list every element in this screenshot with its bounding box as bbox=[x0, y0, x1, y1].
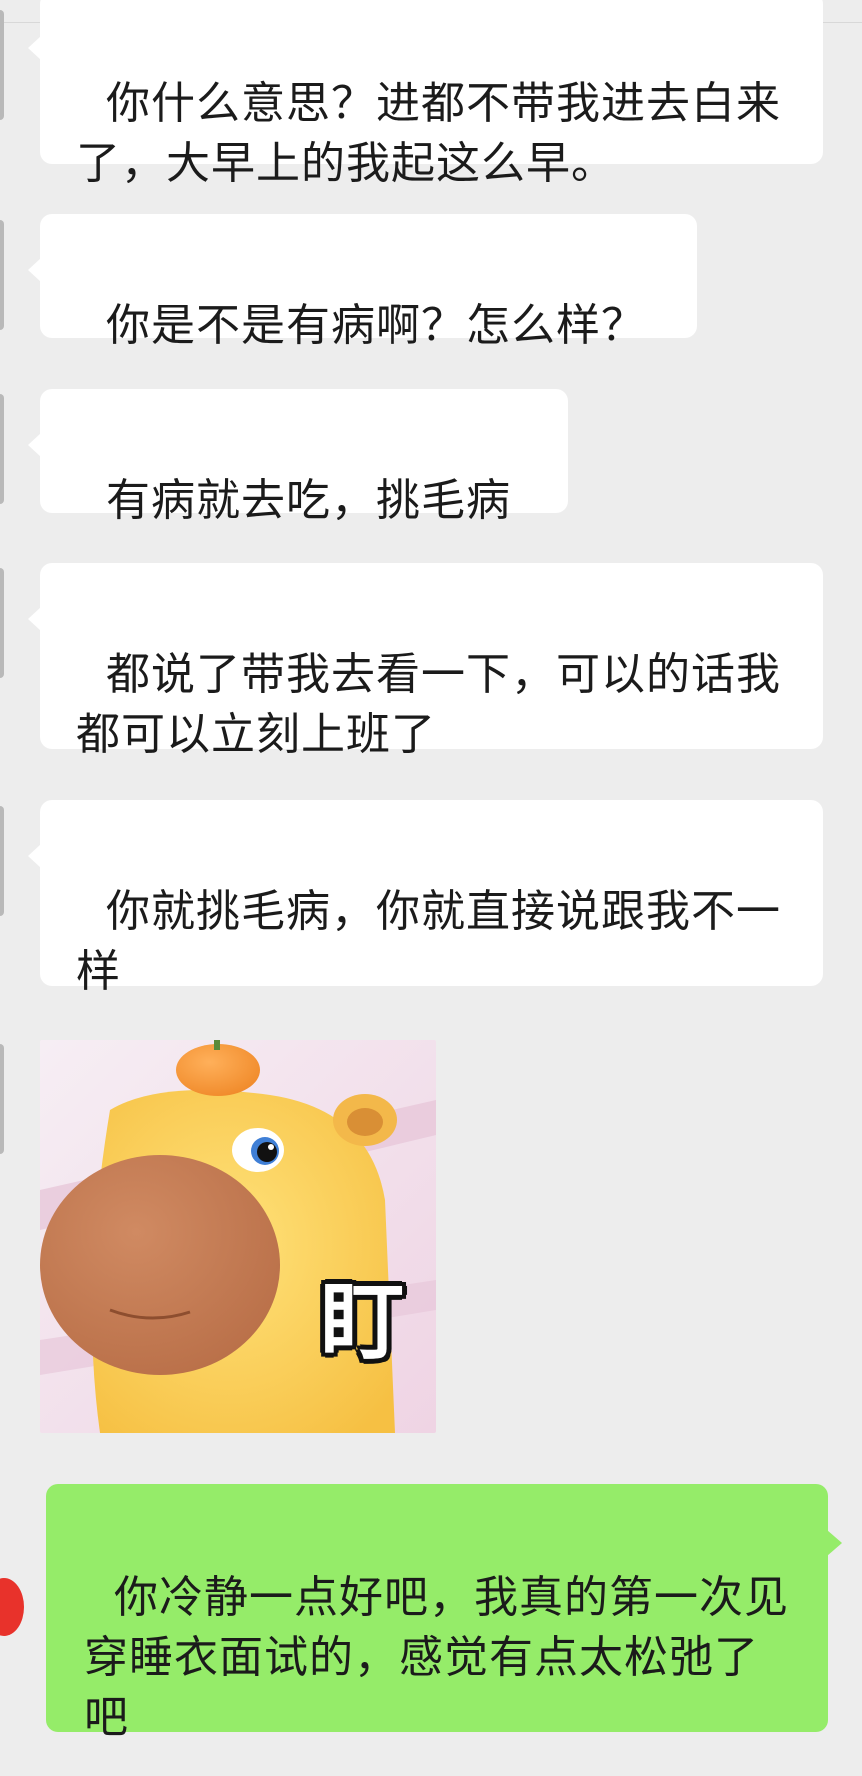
message-text: 你就挑毛病，你就直接说跟我不一样 bbox=[76, 886, 781, 997]
avatar[interactable] bbox=[0, 1578, 24, 1636]
message-text: 你是不是有病啊？怎么样？ bbox=[105, 300, 646, 351]
avatar[interactable] bbox=[0, 220, 4, 330]
avatar[interactable] bbox=[0, 10, 4, 120]
capybara-sticker-icon[interactable]: 盯 bbox=[40, 1040, 436, 1433]
sticker-caption: 盯 bbox=[320, 1273, 405, 1371]
message-bubble[interactable]: 你什么意思？进都不带我进去白来了，大早上的我起这么早。 bbox=[28, 0, 823, 189]
message-text: 你什么意思？进都不带我进去白来了，大早上的我起这么早。 bbox=[76, 78, 781, 189]
message-bubble[interactable]: 有病就去吃，挑毛病 bbox=[28, 389, 568, 526]
avatar[interactable] bbox=[0, 394, 4, 504]
message-text: 你冷静一点好吧，我真的第一次见穿睡衣面试的，感觉有点太松弛了吧 bbox=[84, 1572, 789, 1743]
message-text: 都说了带我去看一下，可以的话我都可以立刻上班了 bbox=[76, 649, 781, 760]
message-bubble[interactable]: 你是不是有病啊？怎么样？ bbox=[28, 214, 697, 351]
avatar[interactable] bbox=[0, 1044, 4, 1154]
message-text: 有病就去吃，挑毛病 bbox=[105, 475, 511, 526]
message-bubble-outgoing[interactable]: 你冷静一点好吧，我真的第一次见穿睡衣面试的，感觉有点太松弛了吧 bbox=[46, 1484, 842, 1743]
avatar[interactable] bbox=[0, 568, 4, 678]
message-bubble[interactable]: 都说了带我去看一下，可以的话我都可以立刻上班了 bbox=[28, 563, 823, 760]
message-bubble[interactable]: 你就挑毛病，你就直接说跟我不一样 bbox=[28, 800, 823, 997]
avatar[interactable] bbox=[0, 806, 4, 916]
